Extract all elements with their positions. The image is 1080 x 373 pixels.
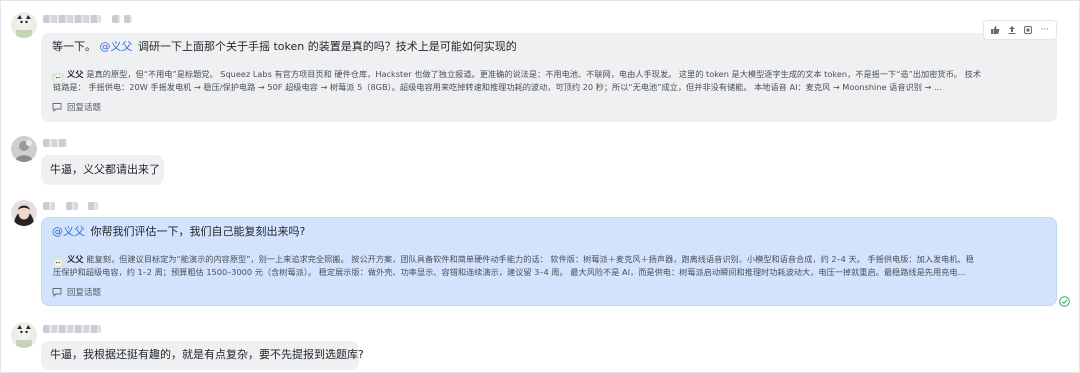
sender-avatar[interactable] (11, 136, 37, 162)
message-action-toolbar: ··· (983, 20, 1057, 40)
sender-avatar[interactable] (11, 200, 37, 226)
message-text: 牛逼，我根据还挺有趣的，就是有点复杂，要不先提报到选题库? (50, 348, 364, 362)
sender-name-redacted (43, 139, 67, 147)
message-text: 牛逼，义父都请出来了 (50, 163, 160, 177)
reply-preview[interactable]: 义父 是真的原型，但“不用电”是标题党。 Squeez Labs 有官方项目页和 … (53, 68, 1050, 94)
sender-name-redacted (124, 15, 132, 23)
message-body: 牛逼，我根据还挺有趣的，就是有点复杂，要不先提报到选题库? (50, 348, 364, 361)
more-icon[interactable]: ··· (1038, 24, 1051, 37)
reply-topic-button[interactable]: 回复话题 (52, 286, 101, 298)
reply-line-1: 能复刻，但建议目标定为“能演示的内容原型”，别一上来追求完全照搬。 按公开方案，… (86, 254, 974, 264)
mention-link[interactable]: @义父 (52, 225, 85, 238)
pin-icon[interactable] (1022, 24, 1035, 37)
message-text-prefix: 等一下。 (52, 40, 96, 53)
reply-preview[interactable]: 义父 能复刻，但建议目标定为“能演示的内容原型”，别一上来追求完全照搬。 按公开方… (53, 253, 1050, 279)
reply-topic-icon (52, 103, 62, 112)
sender-avatar[interactable] (11, 322, 37, 348)
message-body: 你帮我们评估一下，我们自己能复刻出来吗? (90, 225, 306, 238)
reply-line-2: 压保护和超级电容，约 1–2 周；预算粗估 1500–3000 元（含树莓派）。… (53, 267, 966, 277)
message-body: 牛逼，义父都请出来了 (50, 163, 160, 176)
sender-name-redacted (43, 325, 101, 333)
reply-author-name: 义父 (67, 69, 84, 79)
message-text: 等一下。 @义父 调研一下上面那个关于手摇 token 的装置是真的吗？技术上是… (52, 40, 517, 54)
reply-topic-label: 回复话题 (67, 288, 102, 298)
message-body: 调研一下上面那个关于手摇 token 的装置是真的吗？技术上是可能如何实现的 (138, 40, 517, 53)
reply-line-1: 是真的原型，但“不用电”是标题党。 Squeez Labs 有官方项目页和 硬件… (86, 69, 981, 79)
sender-name-redacted (66, 202, 78, 210)
reply-line-2: 链路是： 手摇供电：20W 手摇发电机 → 稳压/保护电路 → 50F 超级电容… (53, 82, 942, 92)
reply-author-name: 义父 (67, 254, 84, 264)
thumbs-up-icon[interactable] (989, 24, 1002, 37)
reply-topic-label: 回复话题 (67, 103, 102, 113)
sender-name-redacted (43, 202, 55, 210)
read-check-icon (1059, 296, 1070, 307)
share-icon[interactable] (1005, 24, 1018, 37)
message-text: @义父 你帮我们评估一下，我们自己能复刻出来吗? (52, 225, 305, 239)
reply-topic-button[interactable]: 回复话题 (52, 101, 101, 113)
reply-topic-icon (52, 288, 62, 297)
mention-link[interactable]: @义父 (100, 40, 133, 53)
sender-avatar[interactable] (11, 12, 37, 38)
sender-name-redacted (88, 202, 98, 210)
sender-name-redacted (112, 15, 120, 23)
sender-name-redacted (43, 15, 101, 23)
